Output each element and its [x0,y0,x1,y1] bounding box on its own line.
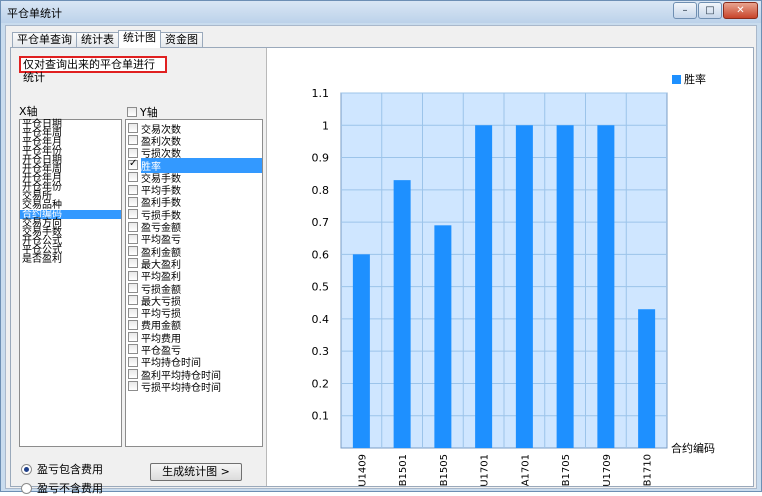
y-select-all-checkbox[interactable] [127,107,137,117]
x-tick-label: RU1409 [357,454,368,486]
legend-swatch [672,74,681,84]
y-item-checkbox[interactable] [128,295,138,306]
y-tick-label: 0.6 [312,248,330,261]
y-axis-label: Y轴 [140,106,158,119]
y-tick-label: 1.1 [312,87,330,100]
y-item-checkbox[interactable] [128,319,138,330]
y-item-checkbox[interactable] [128,270,138,281]
y-item-checkbox[interactable] [128,135,138,146]
y-item-checkbox[interactable] [128,258,138,269]
tab-panel: 仅对查询出来的平仓单进行统计 X轴 Y轴 平仓日期 平仓年周 平仓年月 平仓年份 开仓日… [10,47,754,495]
y-item-checkbox[interactable] [128,381,138,392]
x-tick-label: RB1710 [643,454,654,486]
y-tick-label: 0.1 [312,410,330,423]
bar [556,125,574,448]
x-axis-label: X轴 [19,105,38,118]
x-axis-list[interactable]: 平仓日期 平仓年周 平仓年月 平仓年份 开仓日期 开仓年周 开仓年月 开仓年份 交易所 交易品种合… [19,119,122,447]
y-item-checkbox[interactable] [128,332,138,343]
bar [393,180,411,449]
y-tick-label: 0.4 [312,313,330,326]
y-tick-label: 0.7 [312,216,330,229]
x-tick-label: RU1709 [602,454,613,486]
y-tick-label: 0.5 [312,281,330,294]
window-title: 平仓单统计 [7,7,62,20]
y-item-checkbox[interactable] [128,209,138,220]
radio-label-include-fee: 盈亏包含费用 [37,463,103,476]
radio-label-exclude-fee: 盈亏不含费用 [37,482,103,495]
y-item-checkbox[interactable] [128,184,138,195]
title-bar[interactable]: 平仓单统计 – □ ✕ [1,1,761,23]
y-item-checkbox[interactable] [128,233,138,244]
tab-strip: 平仓单查询 统计表 统计图 资金图 [12,30,203,48]
y-tick-label: 0.9 [312,152,330,165]
close-button[interactable]: ✕ [723,2,758,19]
y-axis-header: Y轴 [125,104,158,120]
bar [515,125,533,448]
bar [638,309,656,448]
x-tick-label: RB1501 [398,454,409,486]
x-axis-item[interactable]: 是否盈利 [20,255,121,265]
bar [597,125,615,448]
bar [475,125,493,448]
y-item-checkbox[interactable] [128,283,138,293]
x-axis-title: 合约编码 [671,441,715,455]
y-item-label: 亏损平均持仓时间 [141,382,221,394]
y-item-checkbox[interactable] [128,123,138,134]
tab-stat-chart[interactable]: 统计图 [118,30,161,48]
settings-pane: 仅对查询出来的平仓单进行统计 X轴 Y轴 平仓日期 平仓年周 平仓年月 平仓年份 开仓日… [11,48,267,495]
filter-notice: 仅对查询出来的平仓单进行统计 [19,56,167,84]
y-item-checkbox[interactable] [128,369,138,380]
radio-include-fee[interactable]: 盈亏包含费用 [21,461,103,477]
y-item-checkbox[interactable] [128,307,138,318]
bar [352,254,370,448]
client-area: 平仓单查询 统计表 统计图 资金图 仅对查询出来的平仓单进行统计 X轴 Y轴 平… [5,25,757,495]
radio-exclude-fee[interactable]: 盈亏不含费用 [21,480,103,496]
chart-legend: 胜率 [672,71,706,87]
tab-order-query[interactable]: 平仓单查询 [12,32,77,48]
y-item-checkbox[interactable] [128,147,138,158]
y-tick-label: 0.3 [312,345,330,358]
y-item-checkbox[interactable] [128,158,138,171]
y-tick-label: 0.2 [312,377,330,390]
x-tick-label: RB1505 [439,454,450,486]
y-tick-label: 0.8 [312,184,330,197]
generate-chart-button[interactable]: 生成统计图 > [150,463,242,481]
y-tick-label: 1 [322,119,329,132]
y-item-checkbox[interactable] [128,221,138,232]
bar-chart: 0.1 0.2 0.3 0.4 0.5 0.6 0.7 0.8 0.9 1 1.1 RU1409 RB1… [312,87,716,495]
y-item-checkbox[interactable] [128,344,138,355]
y-item-checkbox[interactable] [128,246,138,257]
minimize-button[interactable]: – [673,2,697,19]
maximize-button[interactable]: □ [698,2,722,19]
y-item-checkbox[interactable] [128,196,138,207]
y-axis-list[interactable]: 交易次数盈利次数亏损次数胜率交易手数平均手数盈利手数亏损手数盈亏金额平均盈亏盈利… [125,119,263,447]
x-tick-label: MA1701 [520,454,531,486]
y-item-checkbox[interactable] [128,356,138,367]
tab-fund-chart[interactable]: 资金图 [160,32,203,48]
x-tick-label: RB1705 [561,454,572,486]
y-item-checkbox[interactable] [128,172,138,183]
x-tick-label: RU1701 [480,454,491,486]
app-window: 平仓单统计 – □ ✕ 平仓单查询 统计表 统计图 资金图 仅对查询出来的平仓单… [0,0,762,495]
chart-area: 0.1 0.2 0.3 0.4 0.5 0.6 0.7 0.8 0.9 1 1.1 RU1409 RB1… [269,48,753,495]
tab-stat-table[interactable]: 统计表 [76,32,119,48]
legend-label: 胜率 [684,73,706,86]
y-axis-item[interactable]: 亏损平均持仓时间 [126,380,262,394]
radio-dot-include-fee[interactable] [21,463,32,475]
bar [434,225,452,448]
